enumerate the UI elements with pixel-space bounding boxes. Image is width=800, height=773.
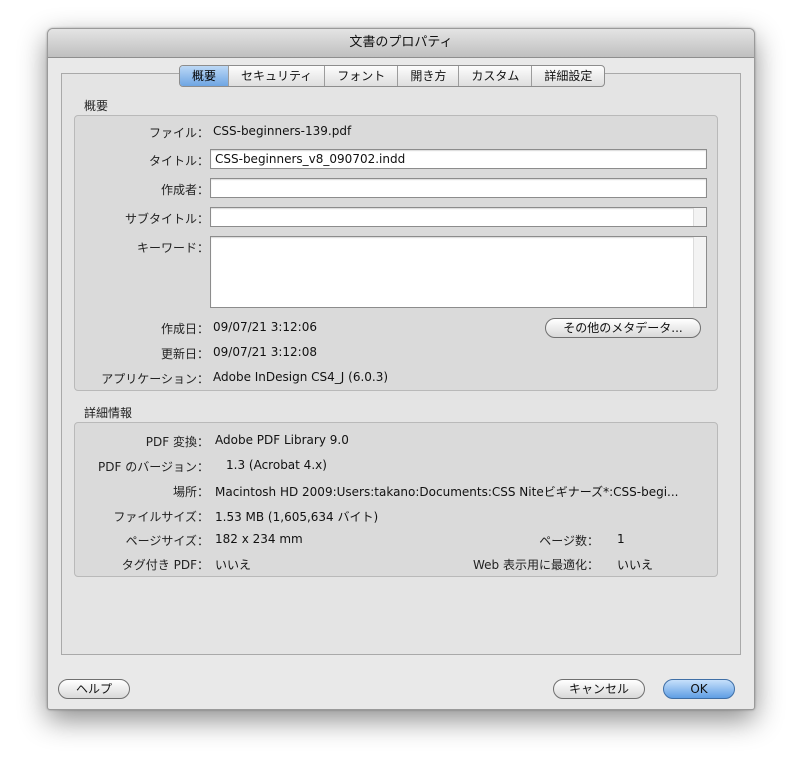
title-field[interactable]: CSS-beginners_v8_090702.indd	[210, 149, 707, 169]
created-value: 09/07/21 3:12:06	[213, 320, 317, 334]
document-properties-dialog: 文書のプロパティ 概要 セキュリティ フォント 開き方 カスタム 詳細設定 概要…	[47, 28, 755, 710]
location-label: 場所：	[172, 485, 209, 499]
window-title: 文書のプロパティ	[48, 29, 754, 58]
pdf-producer-label: PDF 変換：	[145, 435, 209, 449]
tab-fonts[interactable]: フォント	[325, 66, 399, 86]
tab-advanced[interactable]: 詳細設定	[532, 66, 604, 86]
application-label: アプリケーション：	[101, 372, 209, 386]
pdf-version-label: PDF のバージョン：	[98, 460, 209, 474]
title-label: タイトル：	[148, 154, 209, 168]
page-size-label: ページサイズ：	[125, 534, 209, 548]
pdf-version-value: 1.3 (Acrobat 4.x)	[226, 458, 327, 472]
keywords-label: キーワード：	[136, 241, 209, 255]
cancel-button[interactable]: キャンセル	[553, 679, 645, 699]
subtitle-field[interactable]	[210, 207, 707, 227]
tagged-pdf-label: タグ付き PDF：	[121, 558, 209, 572]
tab-custom[interactable]: カスタム	[459, 66, 533, 86]
tab-summary[interactable]: 概要	[180, 66, 230, 86]
file-size-label: ファイルサイズ：	[113, 510, 209, 524]
location-value: Macintosh HD 2009:Users:takano:Documents…	[215, 485, 679, 499]
file-value: CSS-beginners-139.pdf	[213, 124, 352, 138]
tab-initial-view[interactable]: 開き方	[398, 66, 460, 86]
fast-web-view-label: Web 表示用に最適化：	[473, 558, 599, 572]
modified-value: 09/07/21 3:12:08	[213, 345, 317, 359]
file-label: ファイル：	[148, 126, 209, 140]
tab-security[interactable]: セキュリティ	[229, 66, 326, 86]
subtitle-scrollbar[interactable]	[693, 208, 706, 226]
created-label: 作成日：	[160, 322, 209, 336]
application-value: Adobe InDesign CS4_J (6.0.3)	[213, 370, 389, 384]
author-field[interactable]	[210, 178, 707, 198]
modified-label: 更新日：	[160, 347, 209, 361]
help-button[interactable]: ヘルプ	[58, 679, 130, 699]
page-size-value: 182 x 234 mm	[215, 532, 303, 546]
summary-heading: 概要	[84, 99, 109, 113]
subtitle-label: サブタイトル：	[124, 212, 209, 226]
more-metadata-button[interactable]: その他のメタデータ...	[545, 318, 701, 338]
tab-bar: 概要 セキュリティ フォント 開き方 カスタム 詳細設定	[179, 65, 606, 87]
page-count-value: 1	[617, 532, 625, 546]
tagged-pdf-value: いいえ	[215, 558, 252, 572]
details-heading: 詳細情報	[84, 406, 133, 420]
pdf-producer-value: Adobe PDF Library 9.0	[215, 433, 349, 447]
fast-web-view-value: いいえ	[617, 558, 654, 572]
page-count-label: ページ数：	[539, 534, 599, 548]
keywords-field[interactable]	[210, 236, 707, 308]
author-label: 作成者：	[160, 183, 209, 197]
ok-button[interactable]: OK	[663, 679, 735, 699]
file-size-value: 1.53 MB (1,605,634 バイト)	[215, 510, 379, 524]
keywords-scrollbar[interactable]	[693, 237, 706, 307]
